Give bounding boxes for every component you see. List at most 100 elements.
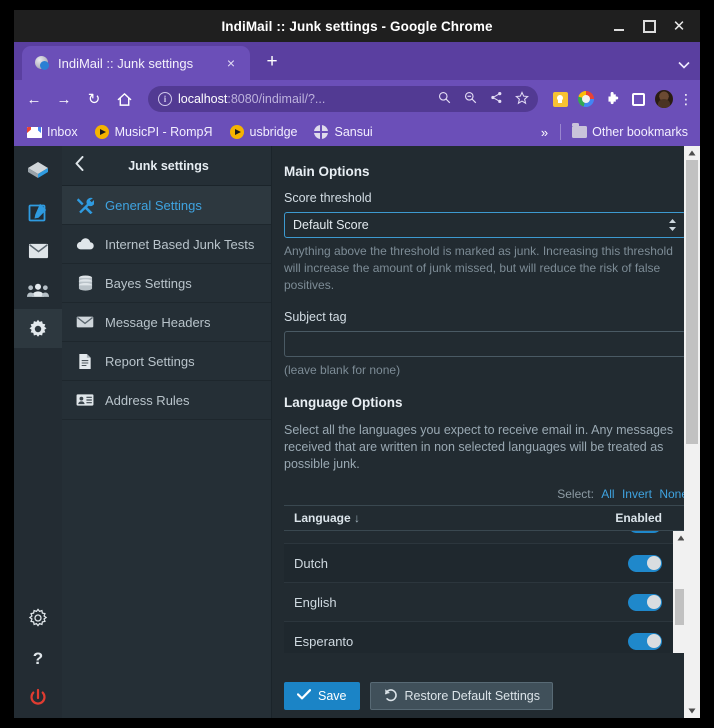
desktop: IndiMail :: Junk settings - Google Chrom… — [0, 0, 714, 728]
play-icon — [229, 124, 245, 140]
site-info-icon[interactable]: i — [158, 92, 172, 106]
sidebar-item-internet-based-junk-tests[interactable]: Internet Based Junk Tests — [62, 225, 271, 264]
column-header-language[interactable]: Language ↓ — [294, 511, 608, 525]
table-body: Danish Dutch English — [284, 531, 688, 653]
avatar[interactable] — [652, 87, 676, 111]
row-language-label: English — [294, 594, 337, 610]
sidebar-header: Junk settings — [62, 146, 271, 186]
bookmark-item[interactable]: usbridge — [223, 122, 304, 142]
language-table: Language ↓ Enabled Danish — [284, 505, 688, 653]
page-scrollbar[interactable] — [684, 146, 700, 718]
app-icon-rail: ? — [14, 146, 62, 718]
browser-tab[interactable]: IndiMail :: Junk settings × — [22, 46, 250, 80]
score-threshold-label: Score threshold — [284, 191, 372, 205]
language-options-description: Select all the languages you expect to r… — [284, 423, 674, 471]
subject-tag-label: Subject tag — [284, 310, 347, 324]
rail-item-compose[interactable] — [14, 192, 62, 231]
tab-title: IndiMail :: Junk settings — [58, 55, 194, 71]
address-bar[interactable]: i localhost:8080/indimail/?... — [148, 86, 538, 112]
browser-window: IndiMail :: Junk settings - Google Chrom… — [14, 10, 700, 718]
main-options-heading: Main Options — [284, 164, 370, 179]
row-enabled-toggle[interactable] — [628, 531, 662, 533]
search-icon[interactable] — [434, 91, 454, 107]
reload-button[interactable]: ↻ — [80, 85, 108, 113]
address-bar-url: localhost:8080/indimail/?... — [178, 92, 326, 106]
sidebar-item-address-rules[interactable]: Address Rules — [62, 381, 271, 420]
tab-list-chevron-down-icon[interactable] — [678, 58, 690, 72]
row-enabled-toggle[interactable] — [628, 554, 662, 572]
share-icon[interactable] — [486, 91, 506, 107]
gmail-icon — [26, 124, 42, 140]
address-card-icon — [76, 391, 94, 409]
sidebar-title: Junk settings — [128, 158, 209, 173]
select-stepper-icon — [668, 218, 677, 233]
bookmark-star-icon[interactable] — [512, 90, 532, 108]
bookmarks-bar: Inbox MusicPI - RompЯ usbridge Sansui » … — [14, 118, 700, 146]
save-button[interactable]: Save — [284, 682, 360, 710]
other-bookmarks-label: Other bookmarks — [592, 125, 688, 139]
table-row[interactable]: English — [284, 583, 688, 622]
content-inner: Main Options Score threshold Default Sco… — [272, 146, 700, 703]
score-threshold-hint: Anything above the threshold is marked a… — [284, 244, 673, 292]
settings-sidebar: Junk settings General Settings Internet … — [62, 146, 272, 718]
tab-close-icon[interactable]: × — [222, 55, 240, 71]
row-enabled-toggle[interactable] — [628, 632, 662, 650]
bookmark-item[interactable]: Inbox — [20, 122, 84, 142]
other-bookmarks-button[interactable]: Other bookmarks — [565, 122, 694, 142]
close-button[interactable]: ✕ — [664, 11, 694, 41]
language-options-heading: Language Options — [284, 395, 403, 410]
row-enabled-toggle[interactable] — [628, 593, 662, 611]
rail-item-contacts[interactable] — [14, 270, 62, 309]
bookmark-item[interactable]: MusicPI - RompЯ — [88, 122, 219, 142]
sidebar-item-general-settings[interactable]: General Settings — [62, 186, 271, 225]
subject-tag-input[interactable] — [284, 331, 686, 357]
envelope-icon — [76, 313, 94, 331]
select-invert-link[interactable]: Invert — [622, 487, 652, 501]
row-language-label: Danish — [294, 531, 628, 532]
globe-icon — [313, 124, 329, 140]
minimize-button[interactable] — [604, 11, 634, 41]
rail-item-mail[interactable] — [14, 231, 62, 270]
new-tab-button[interactable]: + — [258, 48, 286, 76]
table-row[interactable]: Esperanto — [284, 622, 688, 653]
zoom-out-icon[interactable] — [460, 91, 480, 107]
home-button[interactable] — [110, 85, 138, 113]
rail-item-preferences[interactable] — [14, 598, 62, 638]
restore-default-settings-button[interactable]: Restore Default Settings — [369, 682, 553, 710]
sidebar-item-label: Internet Based Junk Tests — [105, 236, 255, 252]
page-scroll-down-icon[interactable] — [684, 704, 700, 718]
bookmarks-divider — [560, 124, 562, 140]
rail-item-help[interactable]: ? — [14, 638, 62, 678]
page-scroll-thumb[interactable] — [686, 160, 698, 444]
score-threshold-select[interactable]: Default Score — [284, 212, 686, 238]
select-all-link[interactable]: All — [601, 487, 614, 501]
action-footer: Save Restore Default Settings — [272, 674, 684, 718]
extensions-puzzle-icon[interactable] — [600, 87, 624, 111]
bookmark-item[interactable]: Sansui — [307, 122, 378, 142]
cloud-icon — [76, 235, 94, 253]
maximize-button[interactable] — [634, 11, 664, 41]
sidebar-item-bayes-settings[interactable]: Bayes Settings — [62, 264, 271, 303]
score-threshold-value: Default Score — [293, 218, 369, 232]
forward-button[interactable]: → — [50, 85, 78, 113]
row-language-label: Esperanto — [294, 633, 354, 649]
page-scroll-up-icon[interactable] — [684, 146, 700, 160]
keep-extension-icon[interactable] — [548, 87, 572, 111]
back-button[interactable]: ← — [20, 85, 48, 113]
select-links-row: Select: All Invert None — [284, 479, 688, 501]
table-row[interactable]: Danish — [284, 531, 688, 544]
folder-icon — [571, 123, 587, 140]
table-row[interactable]: Dutch — [284, 544, 688, 583]
chrome-extension-icon[interactable] — [574, 87, 598, 111]
bookmarks-overflow-icon[interactable]: » — [533, 125, 556, 140]
rail-item-logout[interactable] — [14, 678, 62, 718]
back-chevron-icon[interactable] — [62, 156, 96, 175]
database-icon — [76, 274, 94, 292]
sidebar-item-label: Address Rules — [105, 392, 190, 408]
chrome-menu-icon[interactable]: ⋮ — [678, 87, 694, 111]
app-logo-icon[interactable] — [20, 154, 56, 188]
rail-item-settings[interactable] — [14, 309, 62, 348]
side-panel-icon[interactable] — [626, 87, 650, 111]
sidebar-item-report-settings[interactable]: Report Settings — [62, 342, 271, 381]
sidebar-item-message-headers[interactable]: Message Headers — [62, 303, 271, 342]
